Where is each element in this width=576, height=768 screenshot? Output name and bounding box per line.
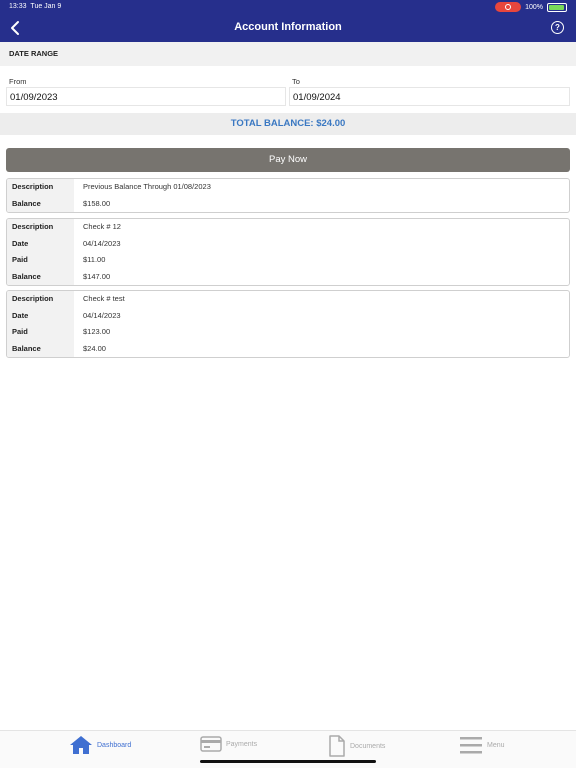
row-value: Previous Balance Through 01/08/2023 (83, 182, 211, 191)
row-value: $24.00 (83, 343, 106, 353)
card-row: Balance $158.00 (7, 195, 569, 212)
row-value: $147.00 (83, 271, 111, 281)
row-key: Balance (7, 268, 74, 285)
document-icon (329, 735, 345, 757)
row-key: Description (7, 219, 74, 236)
row-key: Paid (7, 324, 74, 341)
tab-payments-label: Payments (226, 740, 258, 748)
menu-icon (460, 737, 482, 754)
to-date-input[interactable]: 01/09/2024 (289, 87, 570, 106)
status-indicators: 100% (495, 2, 567, 12)
row-key: Balance (7, 340, 74, 357)
card-row: Balance $24.00 (7, 340, 569, 357)
date-range-header: DATE RANGE (0, 42, 576, 66)
card-row: Date 04/14/2023 (7, 307, 569, 324)
tab-menu[interactable]: Menu (459, 735, 505, 755)
transaction-card: Description Check # test Date 04/14/2023 P… (6, 290, 570, 358)
card-row: Description Check # 12 (7, 219, 569, 236)
card-row: Paid $11.00 (7, 252, 569, 269)
transaction-card: Description Check # 12 Date 04/14/2023 Pai… (6, 218, 570, 286)
row-value: $11.00 (83, 255, 106, 264)
battery-percent: 100% (525, 3, 543, 11)
to-label: To (292, 77, 300, 86)
row-key: Date (7, 307, 74, 324)
app-header: 13:33 Tue Jan 9 100% Account Information… (0, 0, 576, 42)
card-row: Description Check # test (7, 291, 569, 308)
row-key: Balance (7, 195, 74, 212)
row-key: Date (7, 235, 74, 252)
screen-record-icon (495, 2, 522, 12)
row-value: Check # 12 (83, 222, 121, 231)
total-balance: TOTAL BALANCE: $24.00 (0, 113, 576, 135)
row-value: $158.00 (83, 198, 111, 208)
row-key: Paid (7, 252, 74, 269)
credit-card-icon (200, 736, 222, 752)
row-value: 04/14/2023 (83, 238, 121, 248)
card-row: Paid $123.00 (7, 324, 569, 341)
home-icon (70, 736, 92, 754)
date-range-heading: DATE RANGE (9, 49, 59, 58)
row-key: Description (7, 291, 74, 308)
status-date: Tue Jan 9 (30, 3, 62, 10)
tab-payments[interactable]: Payments (200, 735, 257, 753)
battery-icon (547, 2, 567, 12)
status-time: 13:33 Tue Jan 9 (9, 3, 61, 10)
tab-dashboard[interactable]: Dashboard (69, 735, 131, 755)
from-date-input[interactable]: 01/09/2023 (6, 87, 286, 106)
home-indicator[interactable] (200, 760, 376, 763)
status-bar: 13:33 Tue Jan 9 100% (0, 0, 576, 14)
status-clock: 13:33 (9, 3, 27, 10)
pay-now-button[interactable]: Pay Now (6, 148, 570, 172)
card-row: Description Previous Balance Through 01/0… (7, 179, 569, 196)
tab-documents-label: Documents (350, 742, 386, 750)
help-icon[interactable]: ? (551, 21, 564, 34)
row-value: Check # test (83, 294, 125, 303)
row-value: 04/14/2023 (83, 310, 121, 320)
transaction-card: Description Previous Balance Through 01/0… (6, 178, 570, 213)
tab-menu-label: Menu (487, 741, 505, 749)
tab-dashboard-label: Dashboard (97, 741, 132, 749)
card-row: Balance $147.00 (7, 268, 569, 285)
from-label: From (9, 77, 27, 86)
tab-documents[interactable]: Documents (328, 735, 385, 757)
row-value: $123.00 (83, 327, 111, 336)
row-key: Description (7, 179, 74, 196)
page-title: Account Information (234, 21, 342, 33)
card-row: Date 04/14/2023 (7, 235, 569, 252)
